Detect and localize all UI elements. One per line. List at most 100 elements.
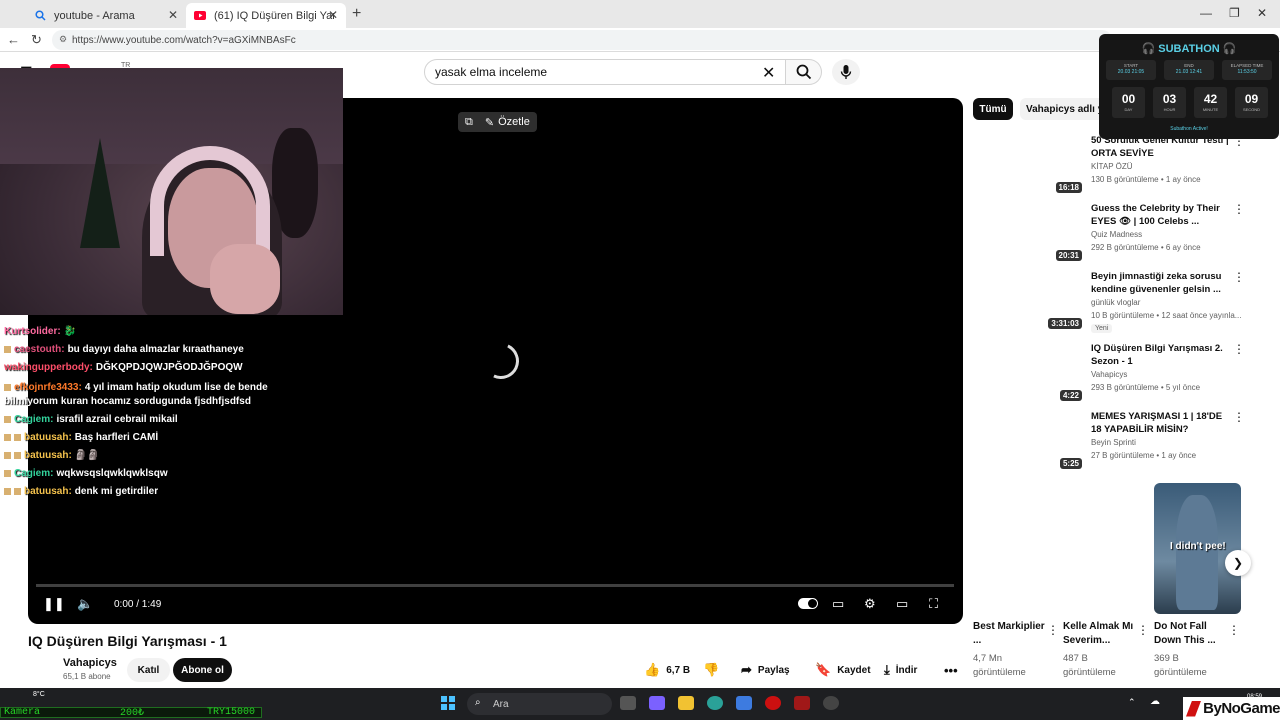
weather-widget[interactable]: 8°C	[33, 691, 45, 698]
search-input[interactable]: yasak elma inceleme	[424, 59, 786, 85]
obs-icon[interactable]	[823, 696, 839, 710]
cloud-icon[interactable]: ☁	[1150, 696, 1160, 707]
fullscreen-icon[interactable]: ⛶	[929, 596, 938, 612]
recommendation-item[interactable]: 16:18 50 Soruluk Genel Kültür Testi | ORT…	[973, 134, 1245, 198]
save-button[interactable]: 🔖 Kaydet	[815, 658, 871, 682]
more-vertical-icon[interactable]: ⋮	[1233, 270, 1245, 284]
miniplayer-icon[interactable]: ⧉	[465, 116, 473, 129]
settings-gear-icon[interactable]: ⚙	[864, 596, 876, 612]
chip-channel[interactable]: Vahapicys adlı yü	[1020, 98, 1110, 120]
new-tab-icon[interactable]: +	[352, 5, 361, 23]
duration-badge: 16:18	[1055, 182, 1082, 193]
autoplay-toggle[interactable]	[798, 598, 818, 609]
more-vertical-icon[interactable]: ⋮	[1233, 342, 1245, 356]
duration-badge: 5:25	[1059, 458, 1082, 469]
short-item[interactable]: Kelle Almak Mı Severim... 487 B görüntüle…	[1063, 483, 1151, 678]
short-item[interactable]: I didn't pee! Do Not Fall Down This ... 36…	[1154, 483, 1242, 678]
mail-icon[interactable]	[736, 696, 752, 710]
short-title[interactable]: Best Markiplier ...	[973, 620, 1049, 648]
recommendation-channel[interactable]: KİTAP ÖZÜ	[1091, 162, 1133, 171]
like-button[interactable]: 👍 6,7 B	[644, 658, 690, 682]
file-explorer-icon[interactable]	[678, 696, 694, 710]
volume-icon[interactable]: 🔈	[77, 596, 93, 612]
more-horizontal-icon: •••	[944, 662, 958, 678]
reload-icon[interactable]: ↻	[31, 32, 42, 48]
recommendation-item[interactable]: 5:25 MEMES YARIŞMASI 1 | 18'DE 18 YAPABİL…	[973, 410, 1245, 474]
more-vertical-icon[interactable]: ⋮	[1047, 623, 1059, 637]
share-button[interactable]: ➦ Paylaş	[741, 658, 790, 682]
more-actions-button[interactable]: •••	[944, 658, 964, 682]
more-vertical-icon[interactable]: ⋮	[1233, 410, 1245, 424]
short-title[interactable]: Do Not Fall Down This ...	[1154, 620, 1230, 648]
chat-username: batuusah:	[24, 450, 72, 461]
short-thumbnail[interactable]	[973, 483, 1060, 614]
recommendation-item[interactable]: 4:22 IQ Düşüren Bilgi Yarışması 2. Sezon …	[973, 342, 1245, 406]
recommendation-channel[interactable]: Beyin Sprinti	[1091, 438, 1136, 447]
search-button[interactable]	[786, 59, 822, 85]
more-vertical-icon[interactable]: ⋮	[1228, 623, 1240, 637]
download-button[interactable]: ⤓ İndir	[884, 658, 917, 682]
recommendation-channel[interactable]: günlük vloglar	[1091, 298, 1140, 307]
site-info-icon[interactable]: ⚙	[59, 34, 67, 45]
app-icon[interactable]	[794, 696, 810, 710]
dislike-button[interactable]: 👎	[703, 658, 725, 682]
chat-badge-icon	[14, 487, 21, 495]
theater-mode-icon[interactable]: ▭	[896, 596, 908, 612]
more-vertical-icon[interactable]: ⋮	[1137, 623, 1149, 637]
channel-avatar[interactable]	[28, 657, 56, 685]
recommendation-meta: 293 B görüntüleme • 5 yıl önce	[1091, 383, 1201, 392]
recommendation-title[interactable]: Guess the Celebrity by Their EYES 👁 | 10…	[1091, 202, 1231, 228]
recommendation-item[interactable]: 3:31:03 Beyin jimnastiği zeka sorusu kend…	[973, 270, 1245, 334]
recommendation-channel[interactable]: Vahapicys	[1091, 370, 1127, 379]
recommendation-title[interactable]: MEMES YARIŞMASI 1 | 18'DE 18 YAPABİLİR M…	[1091, 410, 1231, 436]
back-icon[interactable]: ←	[7, 32, 20, 47]
windows-start-icon[interactable]	[441, 696, 455, 710]
countdown-value: 42	[1203, 92, 1218, 106]
short-thumbnail[interactable]: I didn't pee!	[1154, 483, 1241, 614]
progress-bar[interactable]	[36, 584, 954, 587]
subscribe-button[interactable]: Abone ol	[173, 658, 232, 682]
task-view-icon[interactable]	[620, 696, 636, 710]
short-title[interactable]: Kelle Almak Mı Severim...	[1063, 620, 1139, 648]
close-tab-icon[interactable]: ✕	[328, 8, 338, 22]
close-tab-icon[interactable]: ✕	[168, 8, 178, 22]
chat-username: batuusah:	[24, 486, 72, 497]
chevron-up-icon[interactable]: ⌃	[1128, 697, 1136, 708]
taskbar-search[interactable]: ⌕ Ara	[467, 693, 612, 715]
channel-name[interactable]: Vahapicys	[63, 657, 117, 669]
pause-icon[interactable]: ❚❚	[43, 596, 65, 612]
subathon-start: START 20.03 21:05	[1106, 60, 1156, 80]
copilot-icon[interactable]	[649, 696, 665, 710]
minimize-icon[interactable]: —	[1200, 6, 1212, 20]
join-button[interactable]: Katıl	[127, 658, 170, 682]
url-field[interactable]: ⚙ https://www.youtube.com/watch?v=aGXiMN…	[52, 30, 1112, 50]
chip-all[interactable]: Tümü	[973, 98, 1013, 120]
short-item[interactable]: Best Markiplier ... 4,7 Mn görüntüleme ⋮	[973, 483, 1061, 678]
recommendation-item[interactable]: 20:31 Guess the Celebrity by Their EYES 👁…	[973, 202, 1245, 266]
recommendation-title[interactable]: IQ Düşüren Bilgi Yarışması 2. Sezon - 1	[1091, 342, 1231, 368]
chat-text: kuran hocamız sordugunda fjsdhfjsdfsd	[60, 396, 251, 407]
recommendation-title[interactable]: Beyin jimnastiği zeka sorusu kendine güv…	[1091, 270, 1231, 296]
maximize-icon[interactable]: ❐	[1229, 6, 1240, 20]
youtube-icon	[194, 10, 206, 22]
more-vertical-icon[interactable]: ⋮	[1233, 202, 1245, 216]
tab-search[interactable]: youtube - Arama ✕	[26, 3, 186, 28]
close-window-icon[interactable]: ✕	[1257, 6, 1267, 20]
edge-browser-icon[interactable]	[707, 696, 723, 710]
countdown-unit: HOUR	[1163, 107, 1176, 112]
streamer-webcam	[0, 68, 343, 315]
save-label: Kaydet	[837, 664, 871, 676]
subathon-status: Subathon Active!	[1170, 126, 1208, 132]
chat-text: wqkwsqslqwklqwklsqw	[56, 468, 168, 479]
short-thumbnail[interactable]	[1063, 483, 1150, 614]
voice-search-button[interactable]	[832, 59, 860, 85]
recommendation-channel[interactable]: Quiz Madness	[1091, 230, 1142, 239]
summarize-button[interactable]: ⧉ ✎ Özetle	[458, 112, 537, 132]
clear-search-icon[interactable]: ✕	[762, 63, 775, 83]
recommendation-meta: 10 B görüntüleme • 12 saat önce yayınla.…	[1091, 311, 1241, 320]
countdown-unit: MINUTE	[1202, 107, 1219, 112]
subtitles-icon[interactable]: ▭	[832, 596, 844, 612]
opera-icon[interactable]	[765, 696, 781, 710]
tab-youtube-video[interactable]: (61) IQ Düşüren Bilgi Yarışması - 1 ✕	[186, 3, 346, 28]
chevron-right-icon[interactable]: ❯	[1225, 550, 1251, 576]
